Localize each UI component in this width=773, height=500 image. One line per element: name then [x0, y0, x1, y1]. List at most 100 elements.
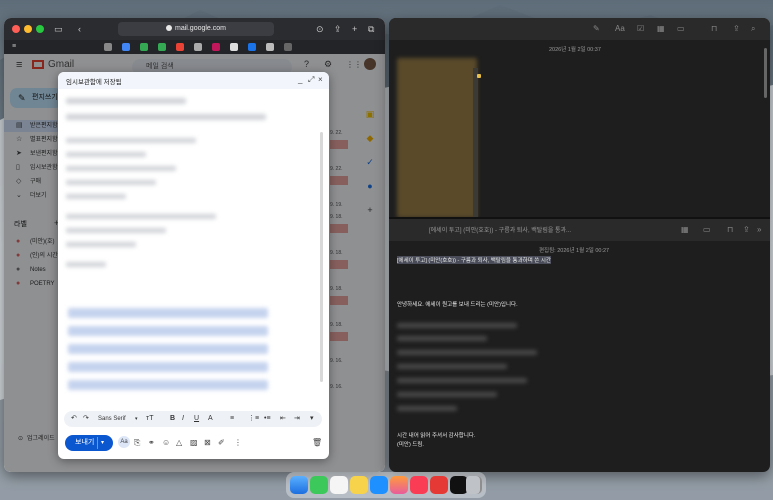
minimize-window-button[interactable]	[24, 25, 32, 33]
photos-icon[interactable]	[390, 476, 408, 494]
share-icon[interactable]: ⇪	[743, 225, 750, 235]
body-text	[66, 262, 106, 267]
note-content-blurred[interactable]	[397, 58, 477, 218]
favorite-icon[interactable]	[140, 43, 148, 51]
body-text	[66, 152, 146, 157]
signature-icon[interactable]: ✐	[218, 438, 225, 448]
subject-field[interactable]	[66, 114, 266, 120]
attach-icon[interactable]: ⎘	[134, 438, 140, 448]
font-select[interactable]: Sans Serif	[98, 414, 126, 424]
more-icon[interactable]: »	[757, 225, 761, 235]
music-icon[interactable]	[410, 476, 428, 494]
new-tab-icon[interactable]: +	[352, 23, 357, 35]
zoom-window-button[interactable]	[36, 25, 44, 33]
favorite-icon[interactable]	[284, 43, 292, 51]
link-block[interactable]	[68, 380, 268, 390]
more-options-icon[interactable]: ⋮	[234, 438, 242, 448]
lock-icon[interactable]: ⊓	[711, 24, 717, 34]
calendar-icon[interactable]	[330, 476, 348, 494]
text-color-icon[interactable]: A	[208, 414, 213, 424]
redo-icon[interactable]: ↷	[83, 414, 89, 424]
url-text: mail.google.com	[175, 25, 226, 32]
indent-more-icon[interactable]: ⇥	[294, 414, 300, 424]
drive-icon[interactable]: △	[176, 438, 182, 448]
link-icon[interactable]: ⚭	[148, 438, 155, 448]
messages-icon[interactable]	[310, 476, 328, 494]
undo-icon[interactable]: ↶	[71, 414, 77, 424]
note-content-blurred	[397, 350, 537, 355]
recipient-field[interactable]	[66, 98, 186, 104]
note-content-blurred	[397, 406, 457, 411]
schedule-send-chevron-icon[interactable]: ▾	[101, 435, 104, 451]
formatting-toggle-button[interactable]: Aa	[118, 436, 130, 448]
send-label: 보내기	[75, 439, 95, 446]
app-icon[interactable]	[430, 476, 448, 494]
tab-overview-icon[interactable]: ⧉	[368, 23, 374, 35]
selection-handle[interactable]	[477, 74, 481, 78]
table-icon[interactable]: ▦	[657, 24, 665, 34]
favorite-icon[interactable]	[122, 43, 130, 51]
notes-scrollbar[interactable]	[764, 48, 767, 98]
expand-icon[interactable]: ⤢	[308, 75, 314, 85]
compose-scrollbar[interactable]	[320, 132, 323, 382]
share-icon[interactable]: ⇪	[334, 23, 342, 35]
favorite-icon[interactable]	[104, 43, 112, 51]
underline-icon[interactable]: U	[194, 414, 199, 424]
indent-less-icon[interactable]: ⇤	[280, 414, 286, 424]
dock	[286, 472, 486, 498]
italic-icon[interactable]: I	[182, 414, 184, 424]
trash-icon[interactable]	[466, 476, 480, 494]
download-icon[interactable]: ⊙	[316, 23, 324, 35]
minimize-icon[interactable]: _	[298, 75, 302, 85]
tabs-icon[interactable]: ≡	[12, 41, 16, 53]
notes-app-icon[interactable]	[350, 476, 368, 494]
lock-icon[interactable]: ⊓	[727, 225, 733, 235]
compose-header: 임시보관함에 저장됨 _ ⤢ ×	[58, 72, 329, 89]
share-icon[interactable]: ⇪	[733, 24, 740, 34]
link-block[interactable]	[68, 344, 268, 354]
note-greeting[interactable]: 안녕하세요. 에세이 원고를 보내 드리는 (미안)입니다.	[397, 300, 518, 308]
photo-icon[interactable]: ▨	[190, 438, 198, 448]
finder-icon[interactable]	[290, 476, 308, 494]
note-heading[interactable]: [에세이 투고] (미안(호호)) - 구름과 퇴사, 백탈림을 통과하며 쓴 …	[397, 256, 551, 264]
favorite-icon[interactable]	[176, 43, 184, 51]
align-icon[interactable]: ≡	[230, 414, 234, 424]
compose-note-icon[interactable]: ✎	[593, 24, 600, 34]
safari-icon[interactable]	[370, 476, 388, 494]
favorite-icon[interactable]	[212, 43, 220, 51]
send-button[interactable]: 보내기 ▾	[65, 435, 113, 451]
address-bar[interactable]: mail.google.com	[118, 22, 274, 36]
favorite-icon[interactable]	[194, 43, 202, 51]
back-icon[interactable]: ‹	[78, 23, 81, 35]
close-icon[interactable]: ×	[318, 75, 323, 85]
more-formatting-icon[interactable]: ▾	[310, 414, 314, 424]
favorite-icon[interactable]	[248, 43, 256, 51]
link-block[interactable]	[68, 326, 268, 336]
note-signature[interactable]: (미안) 드림.	[397, 440, 424, 448]
body-text	[66, 214, 216, 219]
media-icon[interactable]: ▭	[703, 225, 711, 235]
favorite-icon[interactable]	[230, 43, 238, 51]
link-block[interactable]	[68, 362, 268, 372]
bold-icon[interactable]: B	[170, 414, 175, 424]
numbered-list-icon[interactable]: ⋮≡	[248, 414, 259, 424]
favorite-icon[interactable]	[158, 43, 166, 51]
lock-icon[interactable]: ⊠	[204, 438, 211, 448]
search-icon[interactable]: ⌕	[751, 24, 755, 34]
close-window-button[interactable]	[12, 25, 20, 33]
font-size-select[interactable]: тT	[146, 414, 153, 424]
link-block[interactable]	[68, 308, 268, 318]
emoji-icon[interactable]: ☺	[162, 438, 170, 448]
notes-toolbar-bottom: [에세이 투고] (미안(호호)) - 구름과 퇴사, 백탈림을 통과... ▦…	[389, 219, 770, 241]
media-icon[interactable]: ▭	[677, 24, 685, 34]
table-icon[interactable]: ▦	[681, 225, 689, 235]
sidebar-toggle-icon[interactable]: ▭	[54, 23, 63, 35]
body-text[interactable]	[66, 138, 196, 143]
chevron-down-icon: ▾	[135, 416, 138, 422]
format-icon[interactable]: Aa	[615, 24, 625, 34]
favorite-icon[interactable]	[266, 43, 274, 51]
trash-icon[interactable]: 🗑	[312, 438, 322, 448]
note-closing[interactable]: 시간 내어 읽어 주셔서 감사합니다.	[397, 431, 475, 439]
checklist-icon[interactable]: ☑	[637, 24, 644, 34]
bullet-list-icon[interactable]: •≡	[264, 414, 271, 424]
